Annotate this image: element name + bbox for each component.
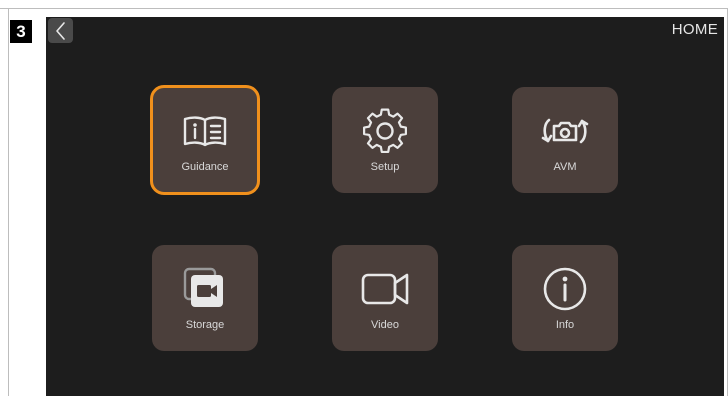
frame-border-top bbox=[0, 8, 728, 9]
home-screen: HOME Guidance Setup AVM Storage Video In… bbox=[46, 17, 724, 396]
video-tile[interactable]: Video bbox=[332, 245, 438, 351]
guidance-tile[interactable]: Guidance bbox=[150, 85, 260, 195]
info-icon bbox=[543, 267, 587, 311]
back-button[interactable] bbox=[48, 18, 73, 43]
info-tile[interactable]: Info bbox=[512, 245, 618, 351]
gear-icon bbox=[363, 108, 407, 154]
chevron-left-icon bbox=[55, 21, 65, 40]
guidance-label: Guidance bbox=[181, 161, 229, 173]
avm-tile[interactable]: AVM bbox=[512, 87, 618, 193]
storage-label: Storage bbox=[185, 319, 225, 331]
step-badge: 3 bbox=[10, 20, 32, 43]
video-label: Video bbox=[371, 319, 399, 331]
storage-tile[interactable]: Storage bbox=[152, 245, 258, 351]
setup-label: Setup bbox=[370, 161, 400, 173]
avm-label: AVM bbox=[553, 161, 577, 173]
frame-border-left bbox=[8, 8, 9, 396]
info-label: Info bbox=[555, 319, 575, 331]
camera-rotate-icon bbox=[541, 118, 589, 144]
video-camera-icon bbox=[361, 273, 409, 305]
setup-tile[interactable]: Setup bbox=[332, 87, 438, 193]
book-icon bbox=[183, 116, 227, 147]
page-title: HOME bbox=[671, 21, 718, 38]
gallery-stack-icon bbox=[183, 267, 223, 307]
